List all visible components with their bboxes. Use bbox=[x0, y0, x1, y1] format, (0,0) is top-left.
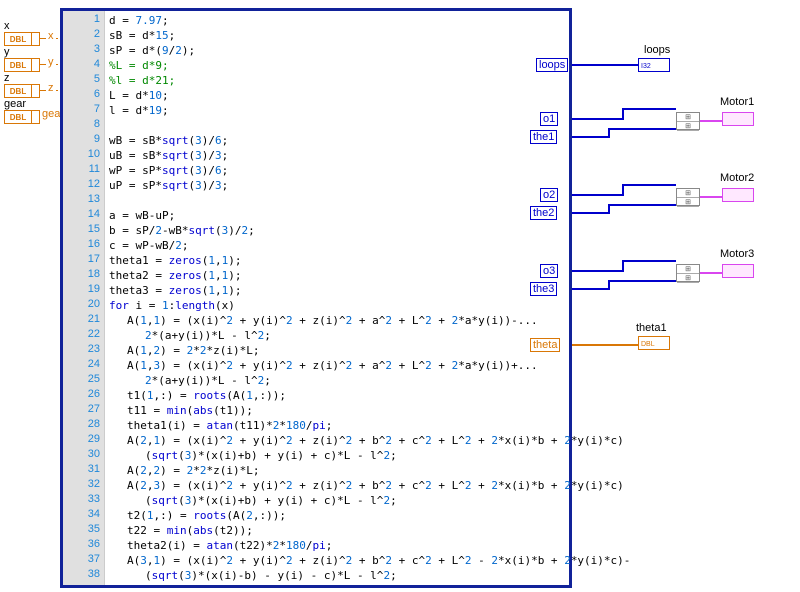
wire-o1 bbox=[572, 118, 622, 120]
wire-o2 bbox=[572, 194, 622, 196]
wire-the3-h2 bbox=[608, 280, 676, 282]
wire-the1-h2 bbox=[608, 128, 676, 130]
output-motor1-label: Motor1 bbox=[720, 96, 754, 108]
wire-loops bbox=[572, 64, 638, 66]
tunnel-o2-label: o2 bbox=[540, 188, 558, 202]
tunnel-o3-label: o3 bbox=[540, 264, 558, 278]
output-motor3-terminal[interactable] bbox=[722, 264, 754, 278]
wire-motor3 bbox=[700, 272, 722, 274]
output-motor2-terminal[interactable] bbox=[722, 188, 754, 202]
output-motor1-terminal[interactable] bbox=[722, 112, 754, 126]
input-y-terminal[interactable]: DBL bbox=[4, 58, 32, 72]
output-loops-label: loops bbox=[644, 44, 670, 56]
output-motor3-label: Motor3 bbox=[720, 248, 754, 260]
wire-o3-h2 bbox=[622, 260, 676, 262]
input-z-label: z bbox=[4, 72, 10, 84]
tunnel-the3-label: the3 bbox=[530, 282, 557, 296]
tunnel-theta-label: theta bbox=[530, 338, 560, 352]
tunnel-o1-label: o1 bbox=[540, 112, 558, 126]
tunnel-loops-label: loops bbox=[536, 58, 568, 72]
output-theta1-label: theta1 bbox=[636, 322, 667, 334]
build-cluster-2[interactable]: ⊞⊞ bbox=[676, 188, 700, 206]
wire-o3 bbox=[572, 270, 622, 272]
input-gear-label: gear bbox=[4, 98, 26, 110]
input-x-label: x bbox=[4, 20, 10, 32]
wire-the2-h1 bbox=[572, 212, 608, 214]
output-motor2-label: Motor2 bbox=[720, 172, 754, 184]
line-number-gutter: 1234567891011121314151617181920212223242… bbox=[63, 11, 105, 585]
wire-o1-h2 bbox=[622, 108, 676, 110]
output-theta1-terminal[interactable]: DBL bbox=[638, 336, 670, 350]
wire-motor1 bbox=[700, 120, 722, 122]
wire-the2-h2 bbox=[608, 204, 676, 206]
input-y-arrow bbox=[32, 58, 40, 72]
tunnel-z-label: z bbox=[46, 82, 56, 94]
output-loops-terminal[interactable]: I32 bbox=[638, 58, 670, 72]
wire-the3-h1 bbox=[572, 288, 608, 290]
wire-o2-h2 bbox=[622, 184, 676, 186]
input-z-arrow bbox=[32, 84, 40, 98]
input-gear-terminal[interactable]: DBL bbox=[4, 110, 32, 124]
input-x-terminal[interactable]: DBL bbox=[4, 32, 32, 46]
wire-theta bbox=[572, 344, 638, 346]
wire-motor2 bbox=[700, 196, 722, 198]
tunnel-y-label: y bbox=[46, 56, 56, 68]
tunnel-the1-label: the1 bbox=[530, 130, 557, 144]
wire-the1-h1 bbox=[572, 136, 608, 138]
input-x-arrow bbox=[32, 32, 40, 46]
input-y-label: y bbox=[4, 46, 10, 58]
tunnel-x-label: x bbox=[46, 30, 56, 42]
build-cluster-3[interactable]: ⊞⊞ bbox=[676, 264, 700, 282]
input-gear-arrow bbox=[32, 110, 40, 124]
build-cluster-1[interactable]: ⊞⊞ bbox=[676, 112, 700, 130]
mathscript-node[interactable]: 1234567891011121314151617181920212223242… bbox=[60, 8, 572, 588]
code-editor[interactable]: d = 7.97;sB = d*15;sP = d*(9/2);%L = d*9… bbox=[109, 11, 569, 585]
input-z-terminal[interactable]: DBL bbox=[4, 84, 32, 98]
tunnel-the2-label: the2 bbox=[530, 206, 557, 220]
